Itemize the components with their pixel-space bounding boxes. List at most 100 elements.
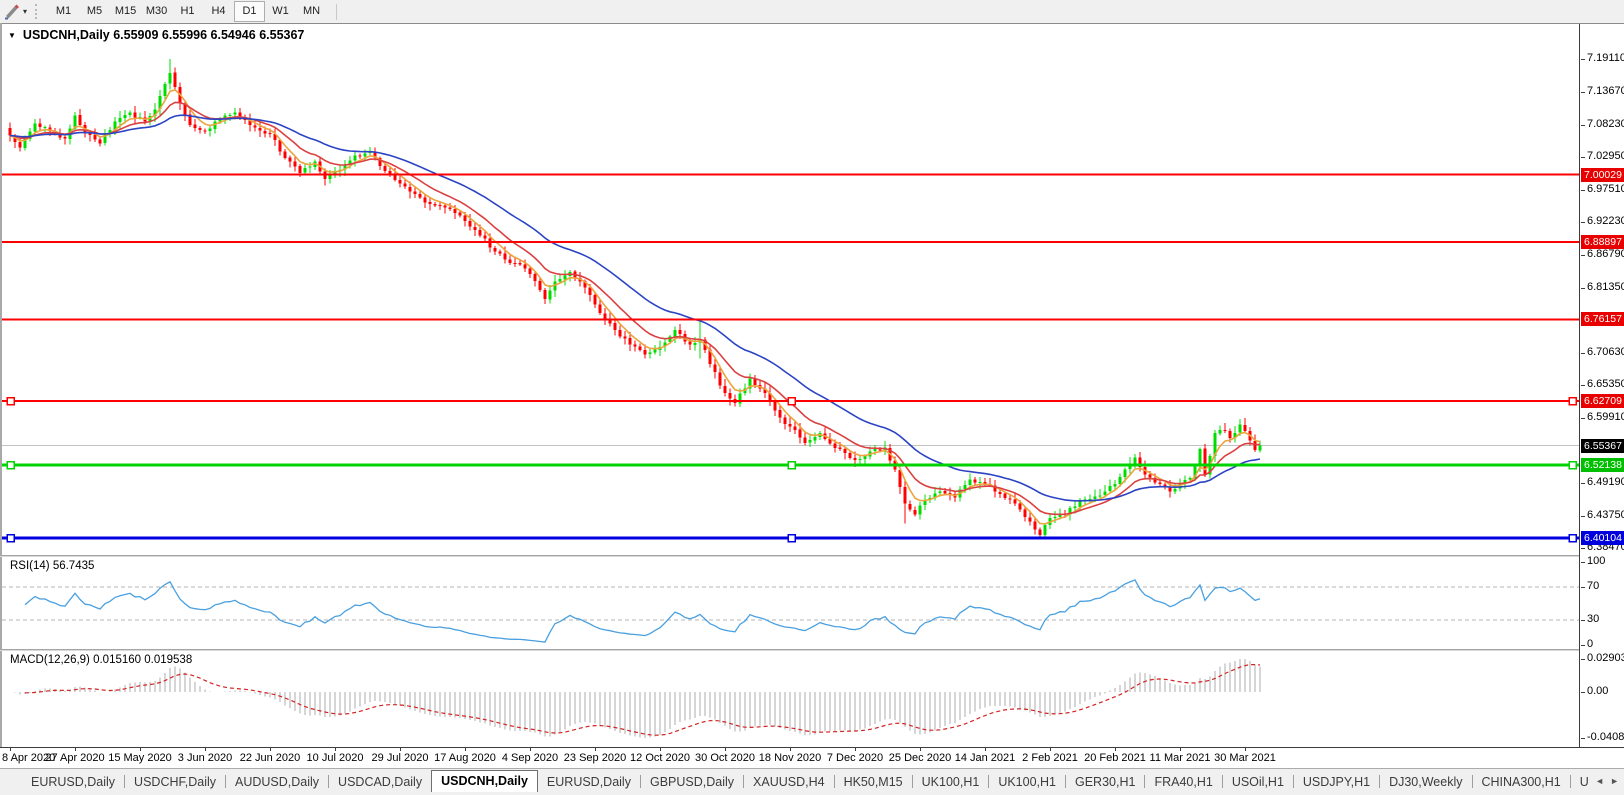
price-axis-tick: 7.08230: [1587, 118, 1624, 130]
timeframe-button-M5[interactable]: M5: [79, 1, 110, 22]
price-axis-tick: 6.86790: [1587, 248, 1624, 260]
timeframe-button-group: M1M5M15M30H1H4D1W1MN: [48, 1, 327, 22]
chart-tab-GER30-H1[interactable]: GER30,H1: [1066, 772, 1144, 792]
date-tick: [660, 748, 661, 751]
draw-tools-icon[interactable]: [4, 3, 22, 20]
date-tick: [335, 748, 336, 751]
date-label: 22 Jun 2020: [240, 752, 301, 764]
date-label: 15 May 2020: [108, 752, 172, 764]
line-handle[interactable]: [7, 462, 14, 469]
moving-averages: [10, 90, 1260, 524]
chart-tab-DJ30-Weekly[interactable]: DJ30,Weekly: [1380, 772, 1471, 792]
main-chart-canvas[interactable]: [2, 24, 1579, 555]
chart-tab-EURUSD-Daily[interactable]: EURUSD,Daily: [538, 772, 640, 792]
rsi-line: [25, 580, 1260, 642]
chart-tab-USDCAD-Daily[interactable]: USDCAD,Daily: [329, 772, 431, 792]
timeframe-button-MN[interactable]: MN: [296, 1, 327, 22]
candles[interactable]: [9, 59, 1262, 539]
date-label: 29 Jul 2020: [372, 752, 429, 764]
line-handle[interactable]: [788, 462, 795, 469]
chart-tab-EURUSD-Daily[interactable]: EURUSD,Daily: [22, 772, 124, 792]
macd-panel-canvas[interactable]: [2, 651, 1579, 747]
chart-tab-GBPUSD-Daily[interactable]: GBPUSD,Daily: [641, 772, 743, 792]
draw-tools-dropdown-arrow[interactable]: ▾: [23, 7, 27, 16]
timeframe-button-W1[interactable]: W1: [265, 1, 296, 22]
timeframe-button-D1[interactable]: D1: [234, 1, 265, 22]
rsi-panel-canvas[interactable]: [2, 557, 1579, 649]
date-tick: [270, 748, 271, 751]
date-label: 25 Dec 2020: [889, 752, 951, 764]
toolbar-grip[interactable]: [35, 4, 41, 19]
date-label: 11 Mar 2021: [1150, 752, 1211, 764]
chart-title-text: USDCNH,Daily 6.55909 6.55996 6.54946 6.5…: [23, 28, 304, 42]
hline-price-label: 6.40104: [1581, 531, 1624, 545]
date-tick: [205, 748, 206, 751]
price-axis-tick: 6.59910: [1587, 411, 1624, 423]
rsi-axis-tick: 70: [1587, 580, 1599, 592]
line-handle[interactable]: [1569, 535, 1576, 542]
chart-tab-XAUUSD-H4[interactable]: XAUUSD,H4: [744, 772, 834, 792]
hline-price-label: 6.52138: [1581, 458, 1624, 472]
rsi-levels: [2, 587, 1579, 620]
line-handle[interactable]: [7, 398, 14, 405]
date-axis[interactable]: 8 Apr 202027 Apr 202015 May 20203 Jun 20…: [0, 747, 1624, 769]
horizontal-line-objects: [2, 175, 1579, 542]
top-toolbar: ▾ M1M5M15M30H1H4D1W1MN: [0, 0, 1624, 24]
date-label: 3 Jun 2020: [178, 752, 232, 764]
chart-tab-USDJPY-H1[interactable]: USDJPY,H1: [1294, 772, 1379, 792]
timeframe-button-M15[interactable]: M15: [110, 1, 141, 22]
timeframe-button-M1[interactable]: M1: [48, 1, 79, 22]
date-label: 23 Sep 2020: [564, 752, 626, 764]
chart-tab-CHINA300-H1[interactable]: CHINA300,H1: [1473, 772, 1570, 792]
price-axis-tick: 6.81350: [1587, 281, 1624, 293]
date-tick: [790, 748, 791, 751]
timeframe-button-H4[interactable]: H4: [203, 1, 234, 22]
ma-slow-line: [10, 115, 1260, 501]
date-label: 14 Jan 2021: [955, 752, 1016, 764]
rsi-axis-tick: 0: [1587, 638, 1593, 650]
rsi-axis-tick: 100: [1587, 555, 1605, 567]
tab-scroll-right-icon[interactable]: ►: [1610, 776, 1619, 786]
line-handle[interactable]: [7, 535, 14, 542]
line-handle[interactable]: [1569, 462, 1576, 469]
macd-histogram: [15, 659, 1260, 738]
date-tick: [140, 748, 141, 751]
chart-tab-UK100-H1[interactable]: UK100,H1: [989, 772, 1065, 792]
date-label: 27 Apr 2020: [45, 752, 104, 764]
chart-tab-FRA40-H1[interactable]: FRA40,H1: [1145, 772, 1221, 792]
chart-tab-USOil-H1[interactable]: USOil,H1: [1223, 772, 1293, 792]
chart-tab-USDCHF-Daily[interactable]: USDCHF,Daily: [125, 772, 225, 792]
line-handle[interactable]: [1569, 398, 1576, 405]
date-tick: [1050, 748, 1051, 751]
line-handle[interactable]: [788, 535, 795, 542]
tab-scroll-left-icon[interactable]: ◄: [1595, 776, 1604, 786]
timeframe-button-M30[interactable]: M30: [141, 1, 172, 22]
tab-scroll-arrows: ◄►: [1588, 770, 1624, 791]
price-axis[interactable]: 7.191107.136707.082307.029506.975106.922…: [1579, 24, 1624, 747]
chart-tab-USDCNH-Daily[interactable]: USDCNH,Daily: [431, 770, 538, 792]
price-axis-tick: 6.65350: [1587, 378, 1624, 390]
line-handle[interactable]: [788, 398, 795, 405]
date-label: 10 Jul 2020: [307, 752, 364, 764]
date-tick: [985, 748, 986, 751]
chart-tab-AUDUSD-Daily[interactable]: AUDUSD,Daily: [226, 772, 328, 792]
date-tick: [725, 748, 726, 751]
macd-axis-tick: 0.029032: [1587, 652, 1624, 664]
date-tick: [1180, 748, 1181, 751]
collapse-icon[interactable]: ▼: [8, 31, 16, 40]
chart-tab-HK50-M15[interactable]: HK50,M15: [835, 772, 912, 792]
date-label: 4 Sep 2020: [502, 752, 558, 764]
timeframe-button-H1[interactable]: H1: [172, 1, 203, 22]
hline-price-label: 6.88897: [1581, 235, 1624, 249]
chart-title: ▼ USDCNH,Daily 6.55909 6.55996 6.54946 6…: [8, 28, 304, 42]
chart-tab-UK100-H1[interactable]: UK100,H1: [913, 772, 989, 792]
date-tick: [595, 748, 596, 751]
macd-label: MACD(12,26,9) 0.015160 0.019538: [10, 654, 192, 666]
date-label: 30 Mar 2021: [1214, 752, 1276, 764]
hline-price-label: 7.00029: [1581, 168, 1624, 182]
date-tick: [920, 748, 921, 751]
date-label: 2 Feb 2021: [1022, 752, 1078, 764]
date-label: 12 Oct 2020: [630, 752, 690, 764]
macd-axis-tick: -0.04085: [1587, 731, 1624, 743]
current-price-label: 6.55367: [1581, 439, 1624, 453]
